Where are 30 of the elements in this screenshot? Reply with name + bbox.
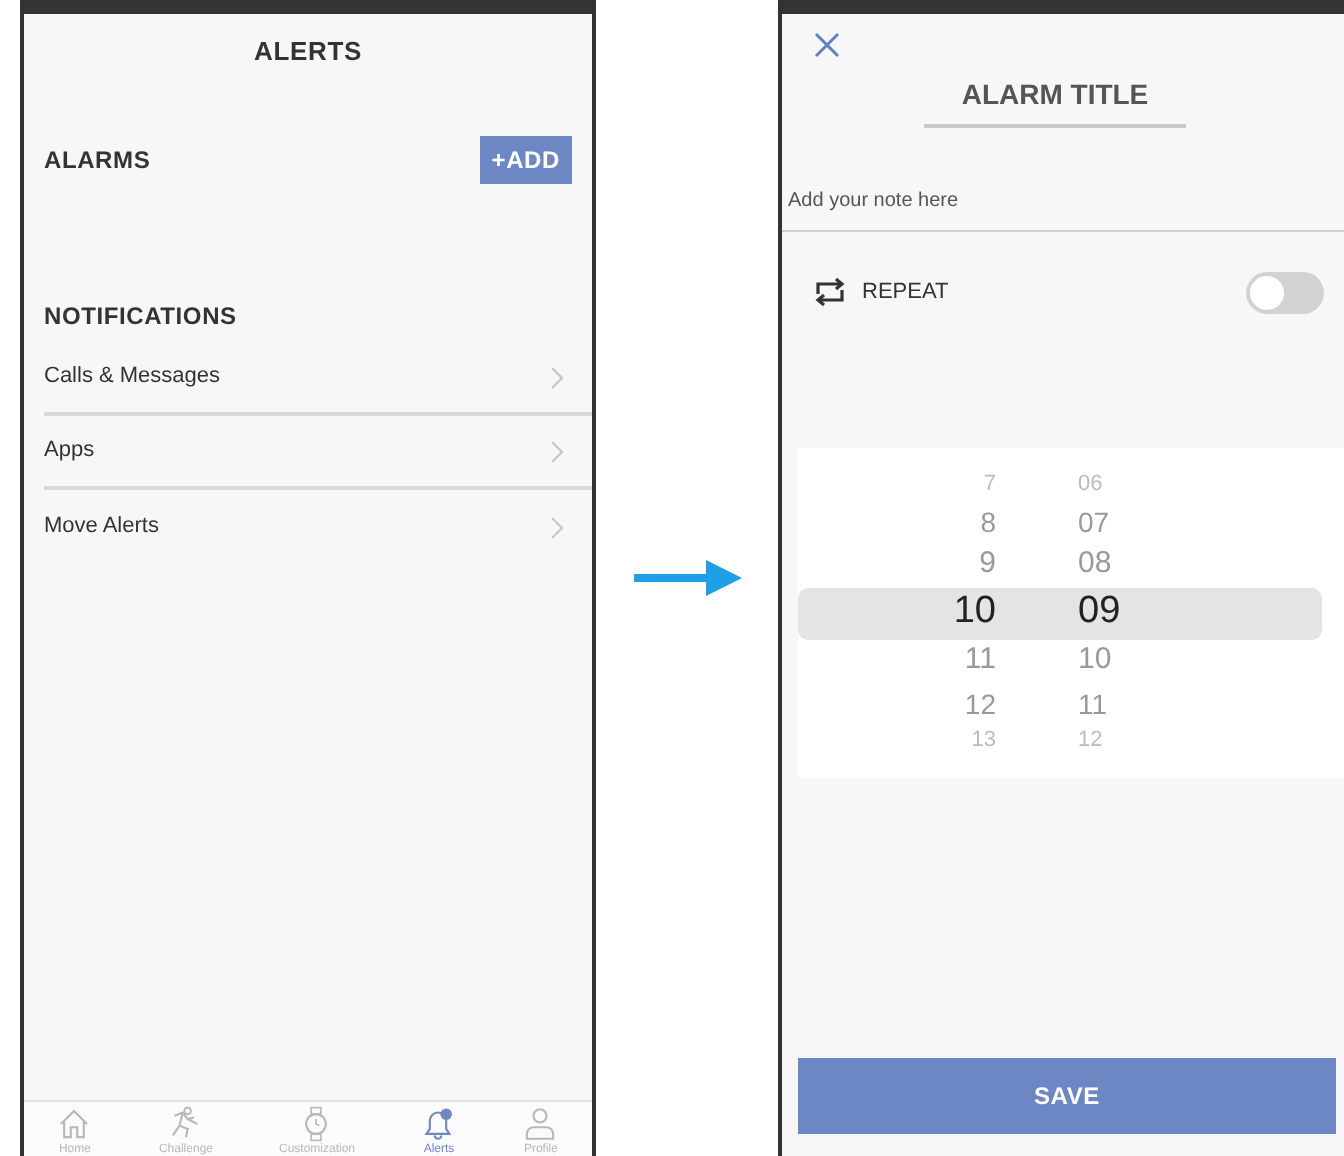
- picker-row[interactable]: 7 06: [798, 469, 1322, 501]
- alerts-icon: [420, 1106, 457, 1142]
- close-icon[interactable]: [814, 31, 840, 57]
- section-heading: NOTIFICATIONS: [44, 300, 237, 334]
- title-field[interactable]: ALARM TITLE: [924, 74, 1186, 128]
- section-heading: ALARMS: [44, 144, 151, 178]
- picker-row[interactable]: 11 10: [798, 639, 1322, 683]
- screen-title: ALERTS: [254, 34, 362, 71]
- challenge-icon: [167, 1106, 204, 1142]
- list-item[interactable]: Move Alerts: [44, 490, 592, 564]
- chevron-icon: [550, 439, 564, 463]
- picker-row[interactable]: 10 09: [798, 587, 1322, 639]
- picker-row[interactable]: 8 07: [798, 501, 1322, 543]
- picker-row[interactable]: 9 08: [798, 543, 1322, 587]
- repeat-label: REPEAT: [862, 277, 951, 308]
- repeat-toggle[interactable]: [1246, 271, 1324, 313]
- chevron-icon: [550, 515, 564, 539]
- chevron-icon: [550, 365, 564, 389]
- profile-icon: [522, 1106, 559, 1142]
- list-item[interactable]: Apps: [44, 416, 592, 490]
- right-arrow-icon: [633, 560, 741, 596]
- picker-row[interactable]: 12 11: [798, 683, 1322, 725]
- save-button[interactable]: SAVE: [798, 1058, 1336, 1134]
- time-picker[interactable]: 7 06 8 07 9 08 10 09 11 10 12 11 13 12: [798, 448, 1344, 778]
- note-field[interactable]: Add your note here: [782, 172, 1344, 232]
- repeat-icon: [814, 278, 846, 306]
- add-button[interactable]: +ADD: [479, 136, 572, 184]
- home-icon: [56, 1106, 93, 1142]
- picker-row[interactable]: 13 12: [798, 725, 1322, 757]
- list-item[interactable]: Calls & Messages: [44, 342, 592, 416]
